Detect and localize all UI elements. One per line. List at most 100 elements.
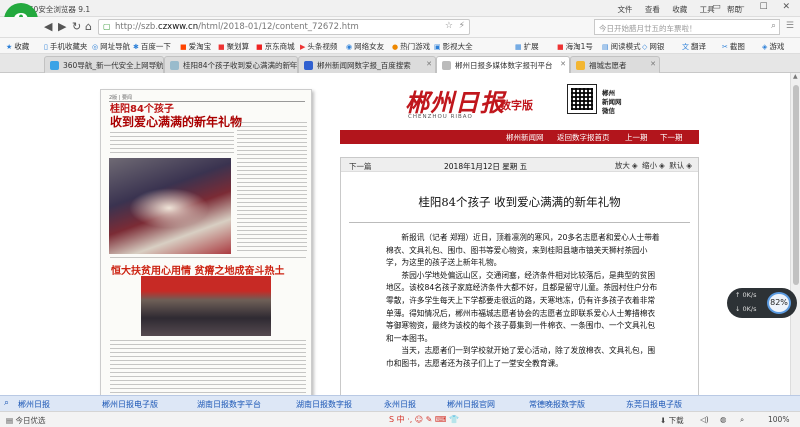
bookmark-item[interactable]: ▯ 手机收藏夹 <box>44 41 87 52</box>
url-text[interactable]: http://szb.czxww.cn/html/2018-01/12/cont… <box>115 22 359 32</box>
close-icon[interactable]: ✕ <box>650 60 656 68</box>
status-bar: ▤ 今日优选 S 中 ·, ☺ ✎ ⌨ 👕 ⬇ 下载 ◁) ◍ ⌕ 100% <box>0 411 800 427</box>
film-icon: ▣ <box>434 43 441 51</box>
next-article-link[interactable]: 下一篇 <box>349 161 372 172</box>
bookmark-item[interactable]: ■ 京东商城 <box>256 41 295 52</box>
default-size-button[interactable]: 默认 <box>669 161 684 170</box>
lightning-icon[interactable]: ⚡ <box>459 21 465 31</box>
bookmark-item[interactable]: ▤ 阅读模式 <box>602 41 641 52</box>
newspaper-page-thumbnail[interactable]: 2版 | 要闻 桂阳84个孩子 收到爱心满满的新年礼物 恒大扶贫用心用情 贫瘠之地… <box>100 89 312 395</box>
bookmark-item[interactable]: ■ 海淘1号 <box>557 41 593 52</box>
article-panel: 下一篇 2018年1月12日 星期 五 放大 ◈ 缩小 ◈ 默认 ◈ 桂阳84个孩子 … <box>340 157 699 395</box>
menu-view[interactable]: 查看 <box>645 5 660 14</box>
bookmark-item[interactable]: ✂ 截图 <box>722 41 745 52</box>
gamepad-icon: ◈ <box>762 43 768 51</box>
daily-picks[interactable]: ▤ 今日优选 <box>6 415 45 426</box>
site-link[interactable]: 郴州日报 <box>18 399 50 410</box>
bookmark-item[interactable]: ◇ 网银 <box>642 41 664 52</box>
search-icon[interactable]: ⌕ <box>4 398 9 408</box>
extension-icon[interactable]: ◍ <box>720 415 727 424</box>
vertical-scrollbar[interactable]: ▲ <box>790 73 800 395</box>
bookmark-item[interactable]: ◉ 网络女友 <box>346 41 384 52</box>
tab-strip: 360导航_新一代安全上网导航 ✕ 桂阳84个孩子收到爱心满满的新年礼 ✕ 郴州新闻… <box>0 54 800 74</box>
window-controls[interactable]: ▭ — ☐ ✕ <box>712 2 796 12</box>
search-box[interactable]: 今日开始腊月廿五的车票啦！ ⌕ <box>594 19 780 35</box>
nav-link-home[interactable]: 返回数字报首页 <box>557 132 610 143</box>
girl-icon: ◉ <box>346 43 353 51</box>
nav-link-next-issue[interactable]: 下一期 <box>660 132 683 143</box>
bookmark-item[interactable]: 文翻译 <box>682 41 706 52</box>
qr-code-icon <box>567 84 597 114</box>
close-icon[interactable]: ✕ <box>560 60 566 68</box>
site-link[interactable]: 郴州日报官网 <box>447 399 495 410</box>
bookmark-item[interactable]: ◎ 网址导航 <box>92 41 130 52</box>
close-icon[interactable]: ✕ <box>288 60 294 68</box>
site-link[interactable]: 常德晚报数字版 <box>529 399 585 410</box>
close-icon[interactable]: ✕ <box>426 60 432 68</box>
home-icon[interactable]: ⌂ <box>85 20 92 33</box>
video-icon: ▶ <box>300 43 306 51</box>
article-headline: 桂阳84个孩子 收到爱心满满的新年礼物 <box>418 195 621 209</box>
tab-chenzhou-daily[interactable]: 郴州日报多媒体数字报刊平台 ✕ <box>436 56 570 74</box>
forward-icon[interactable]: ▶ <box>58 20 66 33</box>
bookmark-item[interactable]: ▣ 影视大全 <box>434 41 473 52</box>
bookmark-item[interactable]: ◈ 游戏 <box>762 41 784 52</box>
scrollbar-thumb[interactable] <box>793 85 799 285</box>
bookmark-item[interactable]: ■ 爱淘宝 <box>180 41 211 52</box>
tab-baidu-search[interactable]: 郴州新闻网数字报_百度搜索 ✕ <box>298 56 436 73</box>
article-paragraph: 当天，志愿者们一到学校就开始了爱心活动，除了发放棉衣、文具礼包，围巾和图书，志愿… <box>386 346 656 368</box>
tab-guiyang-article[interactable]: 桂阳84个孩子收到爱心满满的新年礼 ✕ <box>164 56 298 73</box>
newspaper-second-title[interactable]: 恒大扶贫用心用情 贫瘠之地成奋斗热土 <box>111 262 284 277</box>
address-bar[interactable]: ▢ http://szb.czxww.cn/html/2018-01/12/co… <box>98 19 470 35</box>
nav-link-site[interactable]: 郴州新闻网 <box>506 132 544 143</box>
zoom-out-icon[interactable]: ◈ <box>659 161 665 170</box>
tab-favicon-icon <box>170 61 179 70</box>
site-link[interactable]: 永州日报 <box>384 399 416 410</box>
star-icon[interactable]: ☆ <box>445 21 453 31</box>
zoom-in-button[interactable]: 放大 <box>615 161 630 170</box>
article-paragraph: 新报讯（记者 郑翔）近日，顶着凛冽的寒风，20多名志愿者和爱心人士带着棉衣、文具… <box>386 233 660 268</box>
download-button[interactable]: ⬇ 下载 <box>660 415 684 426</box>
related-sites-bar: ⌕ 郴州日报 郴州日报电子版 湖南日报数字平台 湖南日报数字报 永州日报 郴州日… <box>0 395 800 411</box>
reset-icon[interactable]: ◈ <box>686 161 692 170</box>
site-link[interactable]: 湖南日报数字平台 <box>197 399 261 410</box>
masthead-logo: 郴州日报 <box>405 88 505 117</box>
bookmark-item[interactable]: ▶ 头条视频 <box>300 41 337 52</box>
speaker-icon[interactable]: ◁) <box>700 415 709 424</box>
network-speed-widget[interactable]: ↑ 0K/s ↓ 0K/s 82% <box>727 288 797 318</box>
bookmark-item[interactable]: ▦ 扩展 <box>515 41 539 52</box>
tab-favicon-icon <box>304 61 313 70</box>
bookmark-item[interactable]: ★ 收藏 <box>6 41 29 52</box>
bookmark-item[interactable]: ● 热门游戏 <box>392 41 430 52</box>
article-paragraph: 茶园小学地处偏远山区，交通闭塞，经济条件相对比较落后，是典型的贫困地区。该校84… <box>386 270 658 343</box>
search-icon[interactable]: ⌕ <box>771 21 776 31</box>
bookmark-item[interactable]: ■ 聚划算 <box>218 41 249 52</box>
globe-icon: ◎ <box>92 43 99 51</box>
close-icon[interactable]: ✕ <box>154 60 160 68</box>
scroll-up-icon[interactable]: ▲ <box>793 73 798 80</box>
site-link[interactable]: 郴州日报电子版 <box>102 399 158 410</box>
newspaper-lead-title[interactable]: 桂阳84个孩子 收到爱心满满的新年礼物 <box>110 104 242 128</box>
zoom-level[interactable]: 100% <box>768 415 789 424</box>
menu-icon[interactable]: ☰ <box>786 21 794 31</box>
back-icon[interactable]: ◀ <box>44 20 52 33</box>
title-bar: 360安全浏览器 9.1 文件 查看 收藏 工具 帮助 ▭ — ☐ ✕ <box>0 0 800 17</box>
tab-360-nav[interactable]: 360导航_新一代安全上网导航 ✕ <box>44 56 164 73</box>
zoom-icon[interactable]: ⌕ <box>740 415 744 425</box>
upload-speed: ↑ 0K/s <box>735 291 757 299</box>
menu-file[interactable]: 文件 <box>617 5 632 14</box>
newspaper-side-column[interactable] <box>237 104 307 254</box>
refresh-icon[interactable]: ↻ <box>72 20 81 33</box>
search-placeholder: 今日开始腊月廿五的车票啦！ <box>599 24 697 33</box>
menu-favorites[interactable]: 收藏 <box>672 5 687 14</box>
input-method-bar[interactable]: S 中 ·, ☺ ✎ ⌨ 👕 <box>389 414 459 425</box>
bookmark-item[interactable]: ✱ 百度一下 <box>133 41 171 52</box>
site-link[interactable]: 东莞日报电子版 <box>626 399 682 410</box>
zoom-in-icon[interactable]: ◈ <box>632 161 638 170</box>
tab-volunteer[interactable]: 福城志愿者 ✕ <box>570 56 660 73</box>
site-link[interactable]: 湖南日报数字报 <box>296 399 352 410</box>
masthead-english: CHENZHOU RIBAO <box>408 114 473 120</box>
nav-link-prev-issue[interactable]: 上一期 <box>625 132 648 143</box>
newspaper-text-block <box>110 132 234 154</box>
zoom-out-button[interactable]: 缩小 <box>642 161 657 170</box>
